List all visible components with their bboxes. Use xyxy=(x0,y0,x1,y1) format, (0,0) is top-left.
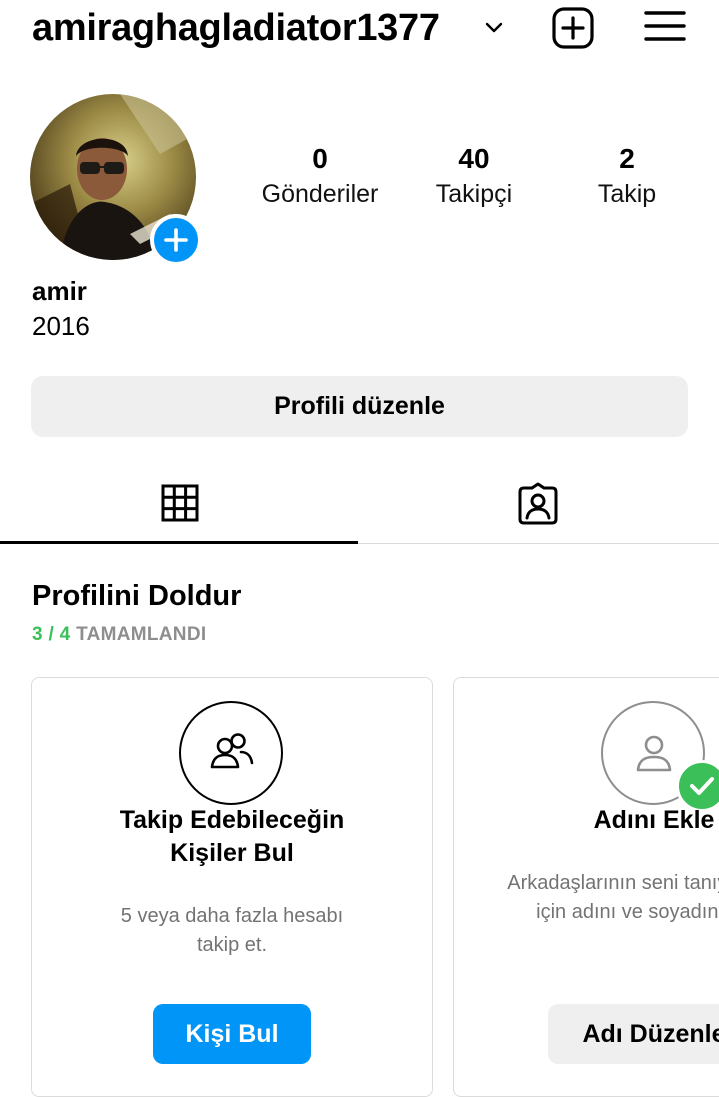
progress-label: TAMAMLANDI xyxy=(76,624,207,645)
card-desc-line1: 5 veya daha fazla hesabı xyxy=(120,905,344,927)
posts-count: 0 xyxy=(312,143,328,174)
tagged-icon xyxy=(518,482,558,525)
card-icon-circle xyxy=(179,701,283,805)
section-title: Profilini Doldur xyxy=(32,580,242,612)
suggestion-card-add-name: Adını Ekle Arkadaşlarının seni tanıyabil… xyxy=(453,677,719,1097)
following-count[interactable]: 2 xyxy=(567,142,687,176)
progress-count: 3 / 4 xyxy=(32,624,71,645)
plus-icon xyxy=(164,228,188,252)
suggestion-card-find-people: Takip Edebileceğin Kişiler Bul 5 veya da… xyxy=(31,677,433,1097)
people-icon xyxy=(210,733,254,769)
card-title-line1: Takip Edebileceğin xyxy=(119,806,345,834)
followers-label[interactable]: Takipçi xyxy=(394,179,554,209)
active-tab-indicator xyxy=(0,541,358,544)
followers-count[interactable]: 40 xyxy=(414,142,534,176)
chevron-down-icon[interactable] xyxy=(480,14,508,42)
new-post-icon[interactable] xyxy=(550,5,596,51)
following-label[interactable]: Takip xyxy=(547,179,707,209)
card-title-line2: Kişiler Bul xyxy=(170,839,294,867)
completion-progress: 3 / 4 TAMAMLANDI xyxy=(32,624,206,646)
edit-profile-button[interactable]: Profili düzenle xyxy=(31,376,688,437)
tab-tagged[interactable] xyxy=(358,470,719,542)
card-desc-line2: için adını ve soyadını ekle. xyxy=(536,901,719,923)
display-name: amir xyxy=(32,276,87,306)
username-title[interactable]: amiraghagladiator1377 xyxy=(32,6,440,50)
edit-name-button[interactable]: Adı Düzenle xyxy=(548,1004,719,1064)
grid-icon xyxy=(161,484,199,522)
posts-label: Gönderiler xyxy=(261,180,379,208)
card-desc-line1: Arkadaşlarının seni tanıyabilmesi xyxy=(507,872,719,894)
check-icon xyxy=(690,777,714,795)
bio-text: 2016 xyxy=(32,311,90,341)
card-desc-line2: takip et. xyxy=(196,934,268,956)
find-people-button[interactable]: Kişi Bul xyxy=(153,1004,311,1064)
add-story-button[interactable] xyxy=(150,214,202,266)
tab-posts-grid[interactable] xyxy=(0,470,358,542)
card-title-line1: Adını Ekle xyxy=(593,806,715,834)
person-icon xyxy=(636,735,672,772)
menu-icon[interactable] xyxy=(643,8,687,44)
